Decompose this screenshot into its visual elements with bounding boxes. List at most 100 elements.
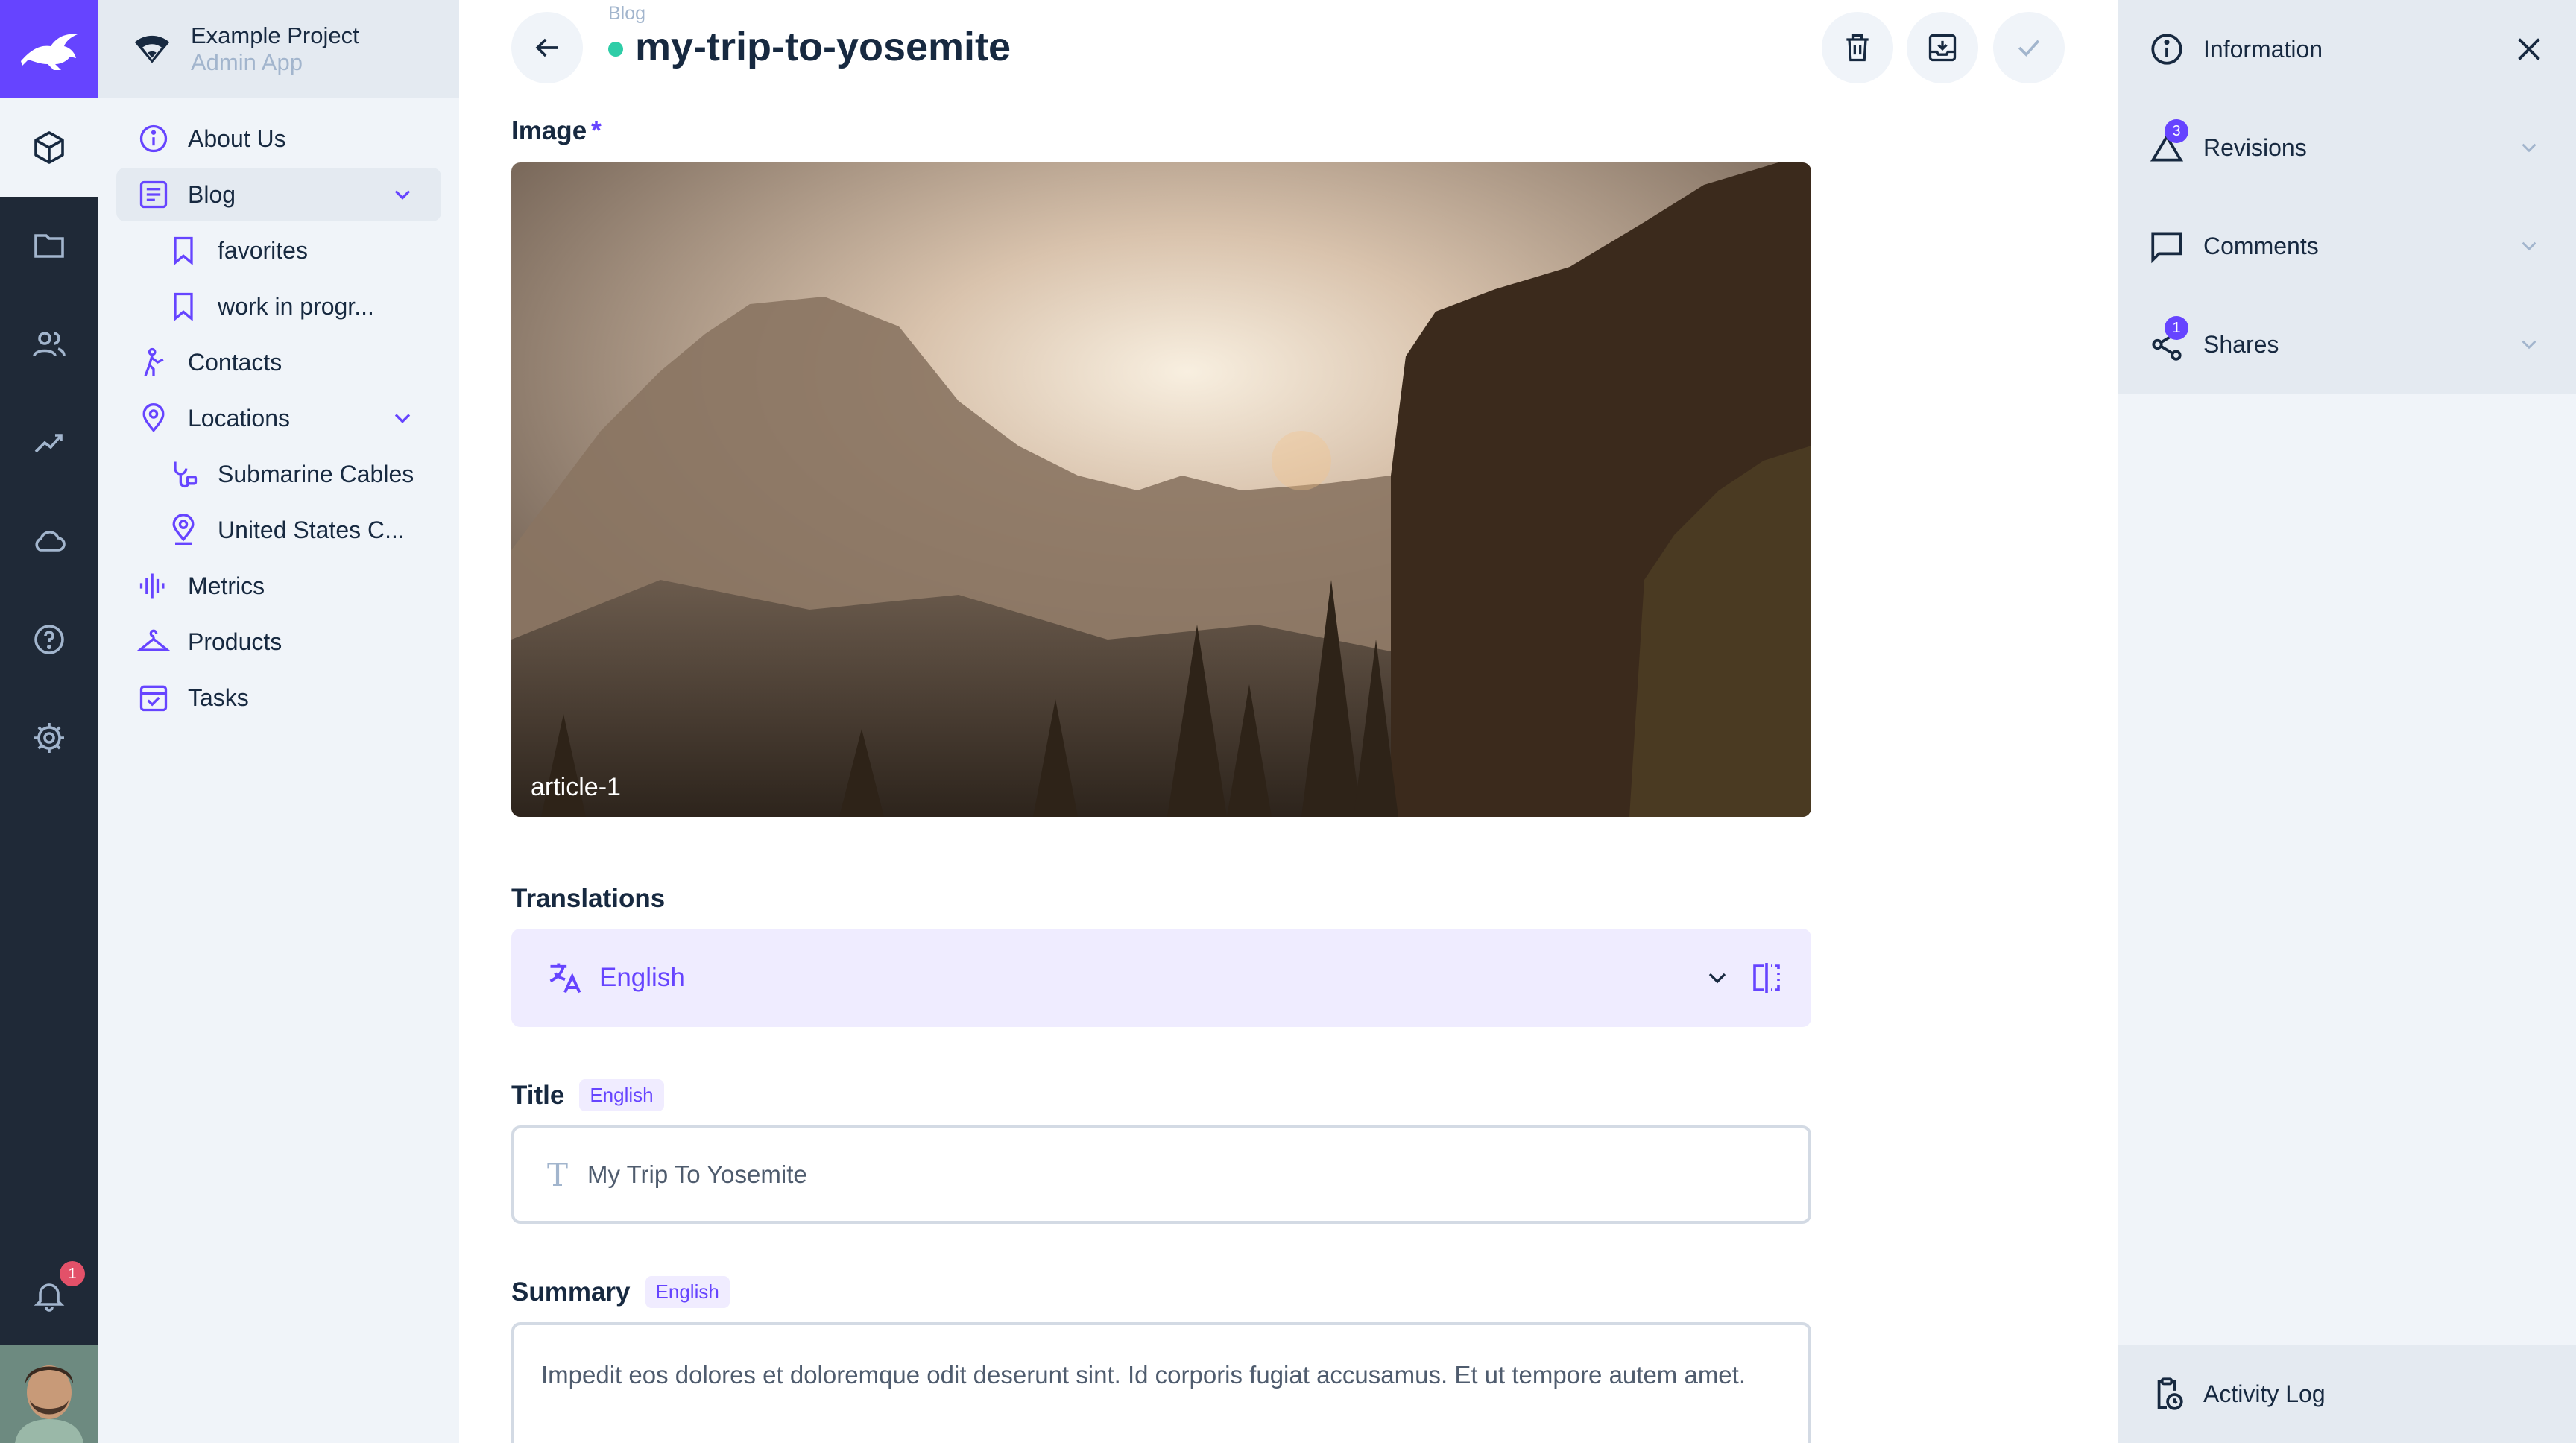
location-pin-icon — [142, 403, 165, 433]
chevron-down-icon[interactable] — [389, 405, 416, 432]
nav-item-label: Blog — [188, 180, 236, 208]
delete-button[interactable] — [1822, 12, 1893, 83]
sidebar-shares[interactable]: 1 Shares — [2118, 295, 2576, 394]
nav-item-submarine-cables[interactable]: Submarine Cables — [116, 447, 441, 501]
sidebar-comments[interactable]: Comments — [2118, 197, 2576, 295]
translation-language: English — [599, 963, 685, 992]
nav-item-locations[interactable]: Locations — [116, 391, 441, 445]
title-input[interactable]: T My Trip To Yosemite — [511, 1125, 1811, 1224]
settings-module-button[interactable] — [0, 689, 98, 787]
detail-sidebar: Information 3 Revisions Comments 1 Share… — [2118, 0, 2576, 1443]
close-icon[interactable] — [2512, 32, 2546, 66]
sidebar-label: Revisions — [2203, 133, 2307, 161]
translations-selector[interactable]: English — [511, 929, 1811, 1027]
nav-item-label: United States C... — [218, 516, 405, 543]
nav-item-label: Metrics — [188, 572, 265, 599]
bookmark-icon — [174, 292, 193, 322]
wifi-logo-icon — [134, 35, 170, 63]
clipboard-clock-icon — [2157, 1377, 2183, 1410]
chevron-down-icon — [2522, 340, 2536, 350]
image-caption: article-1 — [531, 773, 621, 801]
module-bar: 1 — [0, 0, 98, 1443]
nav-item-tasks[interactable]: Tasks — [116, 671, 441, 724]
chevron-down-icon[interactable] — [389, 181, 416, 208]
nav-item-blog[interactable]: Blog — [116, 168, 441, 221]
files-module-button[interactable] — [0, 197, 98, 295]
info-icon — [2151, 34, 2182, 65]
gear-icon — [34, 723, 64, 753]
archive-icon — [1928, 34, 1957, 62]
nav-list: About Us Blog favorites work in progr...… — [98, 112, 459, 724]
help-icon — [34, 625, 64, 654]
waveform-icon — [139, 573, 165, 599]
field-label-text: Translations — [511, 884, 666, 913]
sidebar-label: Comments — [2203, 232, 2319, 259]
text-icon: T — [547, 1156, 569, 1193]
archive-button[interactable] — [1907, 12, 1978, 83]
avatar-image — [0, 1345, 98, 1443]
user-avatar[interactable] — [0, 1345, 98, 1443]
chevron-down-icon — [2522, 241, 2536, 251]
chevron-down-icon[interactable] — [1702, 963, 1732, 993]
app-logo[interactable] — [0, 0, 98, 98]
insights-icon — [34, 434, 63, 453]
project-switcher[interactable]: Example Project Admin App — [98, 0, 459, 98]
required-mark: * — [591, 116, 602, 145]
back-button[interactable] — [511, 12, 583, 83]
comment-icon — [2151, 232, 2182, 264]
sidebar-information[interactable]: Information — [2118, 0, 2576, 98]
sidebar-revisions[interactable]: 3 Revisions — [2118, 98, 2576, 197]
sidebar-label: Shares — [2203, 330, 2279, 358]
breadcrumb[interactable]: Blog — [608, 3, 645, 25]
nav-item-metrics[interactable]: Metrics — [116, 559, 441, 613]
nav-item-label: Products — [188, 628, 282, 655]
nav-item-about-us[interactable]: About Us — [116, 112, 441, 165]
trash-icon — [1846, 34, 1869, 62]
help-module-button[interactable] — [0, 590, 98, 689]
revisions-count-badge: 3 — [2165, 119, 2188, 143]
nav-item-products[interactable]: Products — [116, 615, 441, 669]
language-badge: English — [645, 1276, 730, 1308]
summary-textarea[interactable]: Impedit eos dolores et doloremque odit d… — [511, 1322, 1811, 1443]
nav-item-label: Locations — [188, 404, 290, 432]
nav-item-united-states[interactable]: United States C... — [116, 503, 441, 557]
landscape-image — [511, 162, 1811, 817]
nav-item-label: work in progr... — [218, 292, 374, 320]
title-field-label: Title English — [511, 1079, 664, 1111]
cable-icon — [174, 461, 198, 488]
navigation-panel: Example Project Admin App About Us Blog … — [98, 0, 459, 1443]
project-name: Example Project — [191, 22, 359, 48]
users-module-button[interactable] — [0, 295, 98, 394]
info-icon — [139, 124, 168, 153]
nav-item-work-in-progress[interactable]: work in progr... — [116, 280, 441, 333]
language-badge: English — [579, 1079, 664, 1111]
rabbit-logo-icon — [21, 34, 78, 70]
nav-item-label: About Us — [188, 124, 286, 152]
arrow-left-icon — [535, 38, 558, 57]
split-view-icon[interactable] — [1749, 960, 1784, 996]
shares-count-badge: 1 — [2165, 316, 2188, 340]
content-module-button[interactable] — [0, 98, 98, 197]
image-field[interactable]: article-1 — [511, 162, 1811, 817]
folder-icon — [34, 234, 64, 258]
nav-item-label: Tasks — [188, 683, 249, 711]
cloud-icon — [35, 531, 66, 552]
save-button[interactable] — [1993, 12, 2065, 83]
field-label-text: Image — [511, 116, 587, 145]
cloud-module-button[interactable] — [0, 492, 98, 590]
insights-module-button[interactable] — [0, 394, 98, 492]
translate-icon — [549, 963, 581, 994]
field-label-text: Summary — [511, 1277, 631, 1307]
person-icon — [144, 347, 164, 376]
nav-item-contacts[interactable]: Contacts — [116, 335, 441, 389]
nav-item-favorites[interactable]: favorites — [116, 224, 441, 277]
image-field-label: Image * — [511, 116, 602, 146]
notifications-button[interactable]: 1 — [0, 1246, 98, 1345]
summary-field-label: Summary English — [511, 1276, 730, 1308]
users-icon — [33, 332, 66, 357]
check-icon — [2018, 40, 2040, 57]
chevron-down-icon — [2522, 143, 2536, 153]
article-icon — [139, 180, 168, 209]
sidebar-activity-log[interactable]: Activity Log — [2118, 1345, 2576, 1443]
hanger-icon — [137, 629, 170, 651]
